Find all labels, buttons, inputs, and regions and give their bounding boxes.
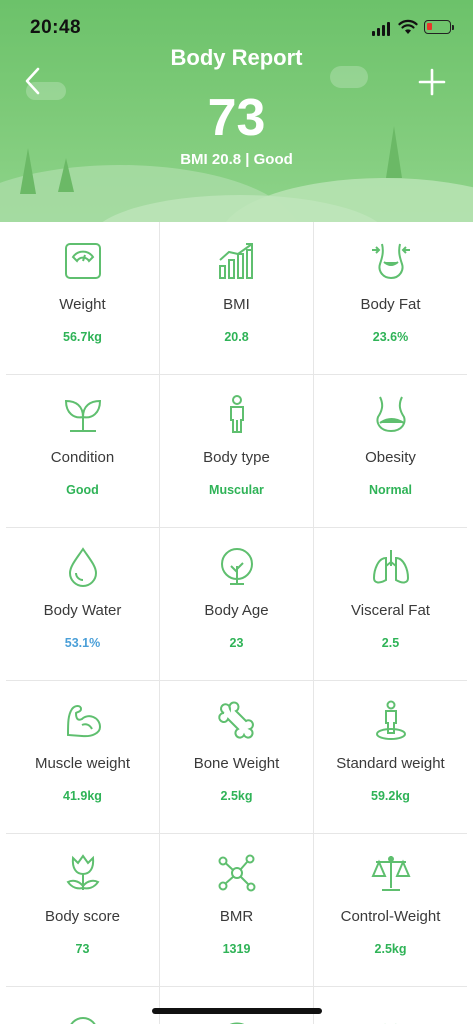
tulip-icon: [62, 852, 104, 894]
metric-more[interactable]: [6, 987, 160, 1024]
metric-body-type[interactable]: Body type Muscular: [160, 375, 314, 527]
metric-value: 2.5kg: [374, 942, 407, 956]
metric-label: Weight: [59, 296, 106, 313]
bone-icon: [216, 699, 258, 741]
metric-visceral-fat[interactable]: Visceral Fat 2.5: [314, 528, 467, 680]
metric-value: 59.2kg: [371, 789, 410, 803]
metric-label: Bone Weight: [193, 755, 280, 772]
metric-label: BMI: [223, 296, 250, 313]
metric-control-weight[interactable]: Control-Weight 2.5kg: [314, 834, 467, 986]
tree-icon: [216, 546, 258, 588]
metric-condition[interactable]: Condition Good: [6, 375, 160, 527]
battery-icon: [424, 20, 454, 34]
metrics-row: Body Water 53.1% Body Age 23 Visceral Fa…: [6, 528, 467, 681]
metric-body-age[interactable]: Body Age 23: [160, 528, 314, 680]
metric-value: 41.9kg: [63, 789, 102, 803]
metric-more[interactable]: [314, 987, 467, 1024]
metric-label: Control-Weight: [340, 908, 441, 925]
metric-label: Body type: [203, 449, 270, 466]
scale-icon: [62, 240, 104, 282]
metric-value: 23.6%: [372, 330, 409, 344]
metric-bone-weight[interactable]: Bone Weight 2.5kg: [160, 681, 314, 833]
metric-value: Good: [66, 483, 99, 497]
metric-label: Body Age: [204, 602, 269, 619]
metric-bmr[interactable]: BMR 1319: [160, 834, 314, 986]
metric-body-fat[interactable]: Body Fat 23.6%: [314, 222, 467, 374]
metric-value: 2.5: [381, 636, 400, 650]
status-time: 20:48: [30, 17, 82, 38]
metrics-row: Muscle weight 41.9kg Bone Weight 2.5kg S…: [6, 681, 467, 834]
metric-label: Visceral Fat: [351, 602, 430, 619]
metric-body-water[interactable]: Body Water 53.1%: [6, 528, 160, 680]
metric-label: Body Water: [43, 602, 122, 619]
metric-standard-weight[interactable]: Standard weight 59.2kg: [314, 681, 467, 833]
metric-more[interactable]: [160, 987, 314, 1024]
metric-icon: [62, 1011, 104, 1024]
sprout-icon: [62, 393, 104, 435]
body-score-value: 73: [207, 89, 266, 147]
metrics-grid: Weight 56.7kg BMI 20.8 Body Fat 23.6% Co…: [6, 222, 467, 1024]
status-bar: 20:48: [0, 0, 473, 50]
wifi-icon: [398, 19, 418, 34]
metrics-row: Weight 56.7kg BMI 20.8 Body Fat 23.6%: [6, 222, 467, 375]
home-indicator[interactable]: [152, 1008, 322, 1014]
bar-chart-icon: [216, 240, 258, 282]
metric-value: 56.7kg: [63, 330, 102, 344]
person-icon: [216, 393, 258, 435]
metric-muscle-weight[interactable]: Muscle weight 41.9kg: [6, 681, 160, 833]
metric-icon: [370, 1011, 412, 1024]
lungs-icon: [370, 546, 412, 588]
metrics-row-partial: [6, 987, 467, 1024]
metric-value: 23: [229, 636, 244, 650]
metric-bmi[interactable]: BMI 20.8: [160, 222, 314, 374]
metric-value: Muscular: [209, 483, 264, 497]
bmi-summary: BMI 20.8 | Good: [180, 151, 293, 168]
balance-scale-icon: [370, 852, 412, 894]
metric-obesity[interactable]: Obesity Normal: [314, 375, 467, 527]
metrics-row: Body score 73 BMR 1319 Control-Weight 2.…: [6, 834, 467, 987]
page-title: Body Report: [170, 45, 303, 70]
metric-label: Muscle weight: [34, 755, 131, 772]
belly-icon: [370, 393, 412, 435]
metric-value: Normal: [368, 483, 413, 497]
water-drop-icon: [62, 546, 104, 588]
molecule-icon: [216, 852, 258, 894]
flexed-arm-icon: [62, 699, 104, 741]
metric-label: Obesity: [365, 449, 416, 466]
standing-person-icon: [370, 699, 412, 741]
metric-label: Condition: [50, 449, 115, 466]
metric-value: 1319: [222, 942, 251, 956]
metrics-row: Condition Good Body type Muscular Obesit…: [6, 375, 467, 528]
metric-label: Body Fat: [360, 296, 421, 313]
metric-value: 20.8: [224, 330, 249, 344]
metric-weight[interactable]: Weight 56.7kg: [6, 222, 160, 374]
metric-body-score[interactable]: Body score 73: [6, 834, 160, 986]
report-header: 20:48 Body Report 73 BMI 20.8 | Good: [0, 0, 473, 222]
metric-label: BMR: [219, 908, 254, 925]
metric-value: 53.1%: [64, 636, 101, 650]
cellular-signal-icon: [372, 22, 392, 36]
metric-label: Body score: [44, 908, 121, 925]
metric-value: 73: [75, 942, 90, 956]
metric-value: 2.5kg: [220, 789, 253, 803]
metric-label: Standard weight: [336, 755, 445, 772]
waist-icon: [370, 240, 412, 282]
